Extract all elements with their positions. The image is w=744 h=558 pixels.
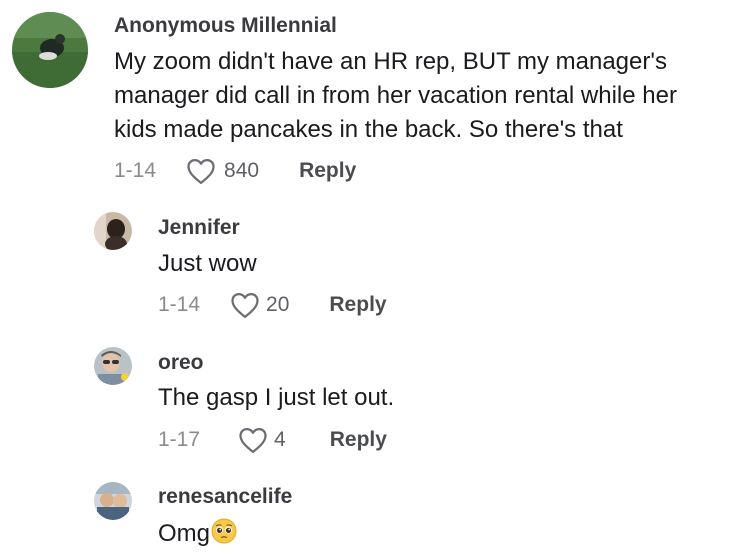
comment-meta: 1-14 840 Reply: [114, 156, 356, 186]
comment-text: My zoom didn't have an HR rep, BUT my ma…: [114, 45, 677, 147]
reply-button[interactable]: Reply: [299, 159, 356, 183]
reply-username[interactable]: oreo: [158, 351, 204, 375]
reply-username[interactable]: Jennifer: [158, 216, 240, 240]
reply-button[interactable]: Reply: [330, 428, 387, 452]
like-count: 840: [224, 159, 260, 182]
comment-text-line: manager did call in from her vacation re…: [114, 82, 677, 109]
avatar[interactable]: [12, 12, 88, 88]
avatar[interactable]: [94, 212, 132, 250]
reply-text-content: Omg: [158, 520, 211, 547]
avatar[interactable]: [94, 482, 132, 520]
comment-text-line: kids made pancakes in the back. So there…: [114, 116, 623, 143]
like-count: 4: [274, 428, 286, 451]
reply-meta: 1-14 20 Reply: [158, 290, 387, 320]
reply-text: The gasp I just let out.: [158, 384, 395, 411]
reply-text: Just wow: [158, 250, 257, 277]
reply-button[interactable]: Reply: [329, 293, 386, 317]
like-button[interactable]: 20: [230, 291, 329, 319]
reply-text: Omg: [158, 518, 237, 548]
reply-date: 1-14: [158, 293, 201, 316]
heart-outline-icon[interactable]: [238, 426, 268, 454]
like-button[interactable]: 840: [186, 157, 299, 185]
comment-date: 1-14: [114, 159, 157, 182]
reply-date: 1-17: [158, 428, 201, 451]
comment-text-line: My zoom didn't have an HR rep, BUT my ma…: [114, 48, 667, 75]
heart-outline-icon[interactable]: [230, 291, 260, 319]
like-count: 20: [266, 293, 290, 316]
avatar[interactable]: [94, 347, 132, 385]
reply-meta: 1-17 4 Reply: [158, 425, 387, 455]
pleading-face-emoji-icon: [211, 518, 237, 544]
reply-username[interactable]: renesancelife: [158, 485, 292, 509]
like-button[interactable]: 4: [238, 426, 330, 454]
heart-outline-icon[interactable]: [186, 157, 216, 185]
comment-username[interactable]: Anonymous Millennial: [114, 14, 337, 38]
